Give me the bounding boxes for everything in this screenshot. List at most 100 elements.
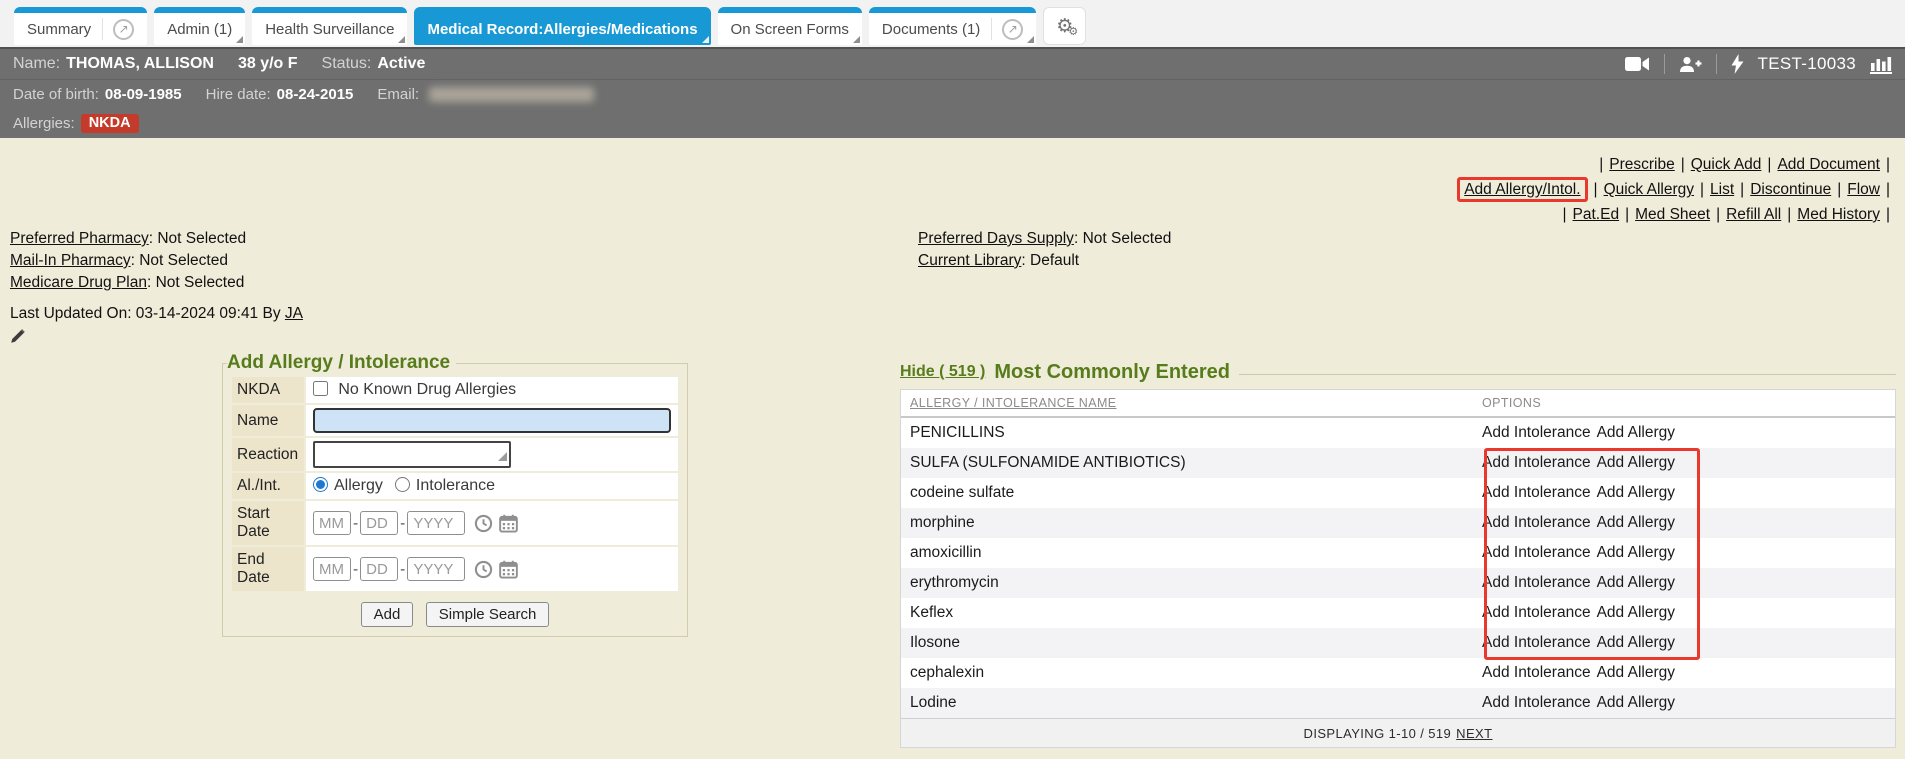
discontinue-link[interactable]: Discontinue bbox=[1750, 181, 1831, 198]
refill-all-link[interactable]: Refill All bbox=[1726, 206, 1781, 223]
add-allergy-link[interactable]: Add Allergy bbox=[1597, 454, 1675, 471]
nkda-label: NKDA bbox=[232, 377, 304, 403]
medicare-drug-plan-link[interactable]: Medicare Drug Plan bbox=[10, 274, 147, 291]
tab-summary[interactable]: Summary ↗ bbox=[14, 7, 147, 45]
header-icon-group: TEST-10033 bbox=[1625, 54, 1892, 74]
table-row: LodineAdd Intolerance Add Allergy bbox=[901, 688, 1895, 718]
most-commonly-entered-panel: Hide ( 519 ) Most Commonly Entered ALLER… bbox=[900, 358, 1896, 748]
reaction-input[interactable] bbox=[313, 441, 511, 468]
calendar-icon[interactable] bbox=[499, 514, 518, 533]
common-allergies-table: ALLERGY / INTOLERANCE NAME OPTIONS PENIC… bbox=[900, 389, 1896, 748]
preferred-pharmacy-link[interactable]: Preferred Pharmacy bbox=[10, 230, 149, 247]
nkda-row: NKDA No Known Drug Allergies bbox=[232, 377, 678, 403]
add-intolerance-link[interactable]: Add Intolerance bbox=[1482, 514, 1591, 531]
add-allergy-link[interactable]: Add Allergy bbox=[1597, 424, 1675, 441]
add-intolerance-link[interactable]: Add Intolerance bbox=[1482, 694, 1591, 711]
last-updated: Last Updated On: 03-14-2024 09:41 By JA bbox=[10, 305, 303, 323]
quick-allergy-link[interactable]: Quick Allergy bbox=[1604, 181, 1694, 198]
preferred-pharmacy-value: Not Selected bbox=[157, 230, 246, 247]
video-camera-icon[interactable] bbox=[1625, 56, 1650, 72]
action-links-row1: Prescribe Quick Add Add Document bbox=[1457, 152, 1896, 177]
tab-health-surveillance[interactable]: Health Surveillance bbox=[252, 7, 407, 45]
add-intolerance-link[interactable]: Add Intolerance bbox=[1482, 574, 1591, 591]
popout-icon[interactable]: ↗ bbox=[1002, 19, 1023, 40]
add-allergy-intolerance-form: Add Allergy / Intolerance NKDA No Known … bbox=[222, 352, 688, 637]
add-allergy-link[interactable]: Add Allergy bbox=[1597, 574, 1675, 591]
lightning-icon[interactable] bbox=[1731, 54, 1744, 74]
clock-icon[interactable] bbox=[474, 560, 493, 579]
add-allergy-link[interactable]: Add Allergy bbox=[1597, 694, 1675, 711]
hide-count-link[interactable]: Hide ( 519 ) bbox=[900, 363, 985, 381]
allergy-name: erythromycin bbox=[901, 574, 1482, 592]
patient-name-row: Name: THOMAS, ALLISON 38 y/o F Status: A… bbox=[0, 49, 1905, 80]
allergy-name-input[interactable] bbox=[313, 408, 671, 433]
add-allergy-link[interactable]: Add Allergy bbox=[1597, 604, 1675, 621]
info-line: Mail-In Pharmacy Not Selected bbox=[10, 250, 246, 272]
add-allergy-link[interactable]: Add Allergy bbox=[1597, 634, 1675, 651]
add-intolerance-link[interactable]: Add Intolerance bbox=[1482, 484, 1591, 501]
info-line: Preferred Days SupplyNot Selected bbox=[918, 228, 1171, 250]
add-allergy-intol-link[interactable]: Add Allergy/Intol. bbox=[1464, 181, 1580, 198]
allergy-radio[interactable] bbox=[313, 477, 328, 492]
tab-on-screen-forms[interactable]: On Screen Forms bbox=[718, 7, 862, 45]
nkda-checkbox[interactable] bbox=[313, 381, 328, 396]
email-redacted bbox=[429, 87, 594, 102]
current-library-link[interactable]: Current Library bbox=[918, 252, 1021, 269]
add-intolerance-link[interactable]: Add Intolerance bbox=[1482, 454, 1591, 471]
next-page-link[interactable]: NEXT bbox=[1456, 726, 1492, 741]
al-int-row: Al./Int. AllergyIntolerance bbox=[232, 473, 678, 499]
pat-ed-link[interactable]: Pat.Ed bbox=[1573, 206, 1620, 223]
add-allergy-link[interactable]: Add Allergy bbox=[1597, 514, 1675, 531]
settings-gears-icon[interactable]: ⚙ ⚙ bbox=[1043, 7, 1086, 45]
mail-in-pharmacy-link[interactable]: Mail-In Pharmacy bbox=[10, 252, 131, 269]
email-label: Email: bbox=[377, 86, 419, 103]
end-year-input[interactable] bbox=[407, 557, 465, 581]
popout-icon[interactable]: ↗ bbox=[113, 19, 134, 40]
start-year-input[interactable] bbox=[407, 511, 465, 535]
allergies-label: Allergies: bbox=[13, 115, 75, 132]
medicare-drug-plan-value: Not Selected bbox=[156, 274, 245, 291]
add-person-icon[interactable] bbox=[1679, 56, 1702, 73]
add-intolerance-link[interactable]: Add Intolerance bbox=[1482, 664, 1591, 681]
end-month-input[interactable] bbox=[313, 557, 351, 581]
add-button[interactable]: Add bbox=[361, 602, 414, 627]
list-link[interactable]: List bbox=[1710, 181, 1734, 198]
add-intolerance-link[interactable]: Add Intolerance bbox=[1482, 634, 1591, 651]
name-label: Name bbox=[232, 405, 304, 436]
clock-icon[interactable] bbox=[474, 514, 493, 533]
start-date-row: Start Date bbox=[232, 501, 678, 545]
end-day-input[interactable] bbox=[360, 557, 398, 581]
last-updated-by-link[interactable]: JA bbox=[285, 305, 303, 322]
med-sheet-link[interactable]: Med Sheet bbox=[1635, 206, 1710, 223]
intolerance-radio[interactable] bbox=[395, 477, 410, 492]
start-month-input[interactable] bbox=[313, 511, 351, 535]
action-links: Prescribe Quick Add Add Document Add Aller… bbox=[1457, 152, 1896, 227]
tab-admin[interactable]: Admin (1) bbox=[154, 7, 245, 45]
start-day-input[interactable] bbox=[360, 511, 398, 535]
icon-divider bbox=[1664, 54, 1665, 74]
col-allergy-name-header[interactable]: ALLERGY / INTOLERANCE NAME bbox=[910, 396, 1117, 410]
tab-documents[interactable]: Documents (1) ↗ bbox=[869, 7, 1036, 45]
bar-chart-icon[interactable] bbox=[1870, 55, 1892, 74]
med-history-link[interactable]: Med History bbox=[1797, 206, 1880, 223]
add-intolerance-link[interactable]: Add Intolerance bbox=[1482, 424, 1591, 441]
add-allergy-link[interactable]: Add Allergy bbox=[1597, 544, 1675, 561]
flow-link[interactable]: Flow bbox=[1847, 181, 1880, 198]
prescribe-link[interactable]: Prescribe bbox=[1609, 156, 1674, 173]
add-allergy-link[interactable]: Add Allergy bbox=[1597, 484, 1675, 501]
add-intolerance-link[interactable]: Add Intolerance bbox=[1482, 604, 1591, 621]
simple-search-button[interactable]: Simple Search bbox=[426, 602, 550, 627]
add-document-link[interactable]: Add Document bbox=[1777, 156, 1880, 173]
mail-in-pharmacy-value: Not Selected bbox=[139, 252, 228, 269]
calendar-icon[interactable] bbox=[499, 560, 518, 579]
tab-medical-record-allergies-medications[interactable]: Medical Record:Allergies/Medications bbox=[414, 7, 710, 45]
tab-divider bbox=[102, 18, 103, 40]
allergy-name: Lodine bbox=[901, 694, 1482, 712]
quick-add-link[interactable]: Quick Add bbox=[1691, 156, 1762, 173]
add-intolerance-link[interactable]: Add Intolerance bbox=[1482, 544, 1591, 561]
nkda-badge[interactable]: NKDA bbox=[81, 114, 139, 133]
pencil-icon[interactable] bbox=[10, 328, 26, 349]
add-allergy-link[interactable]: Add Allergy bbox=[1597, 664, 1675, 681]
preferred-days-supply-link[interactable]: Preferred Days Supply bbox=[918, 230, 1074, 247]
table-row: KeflexAdd IntoleranceAdd Allergy bbox=[901, 598, 1895, 628]
